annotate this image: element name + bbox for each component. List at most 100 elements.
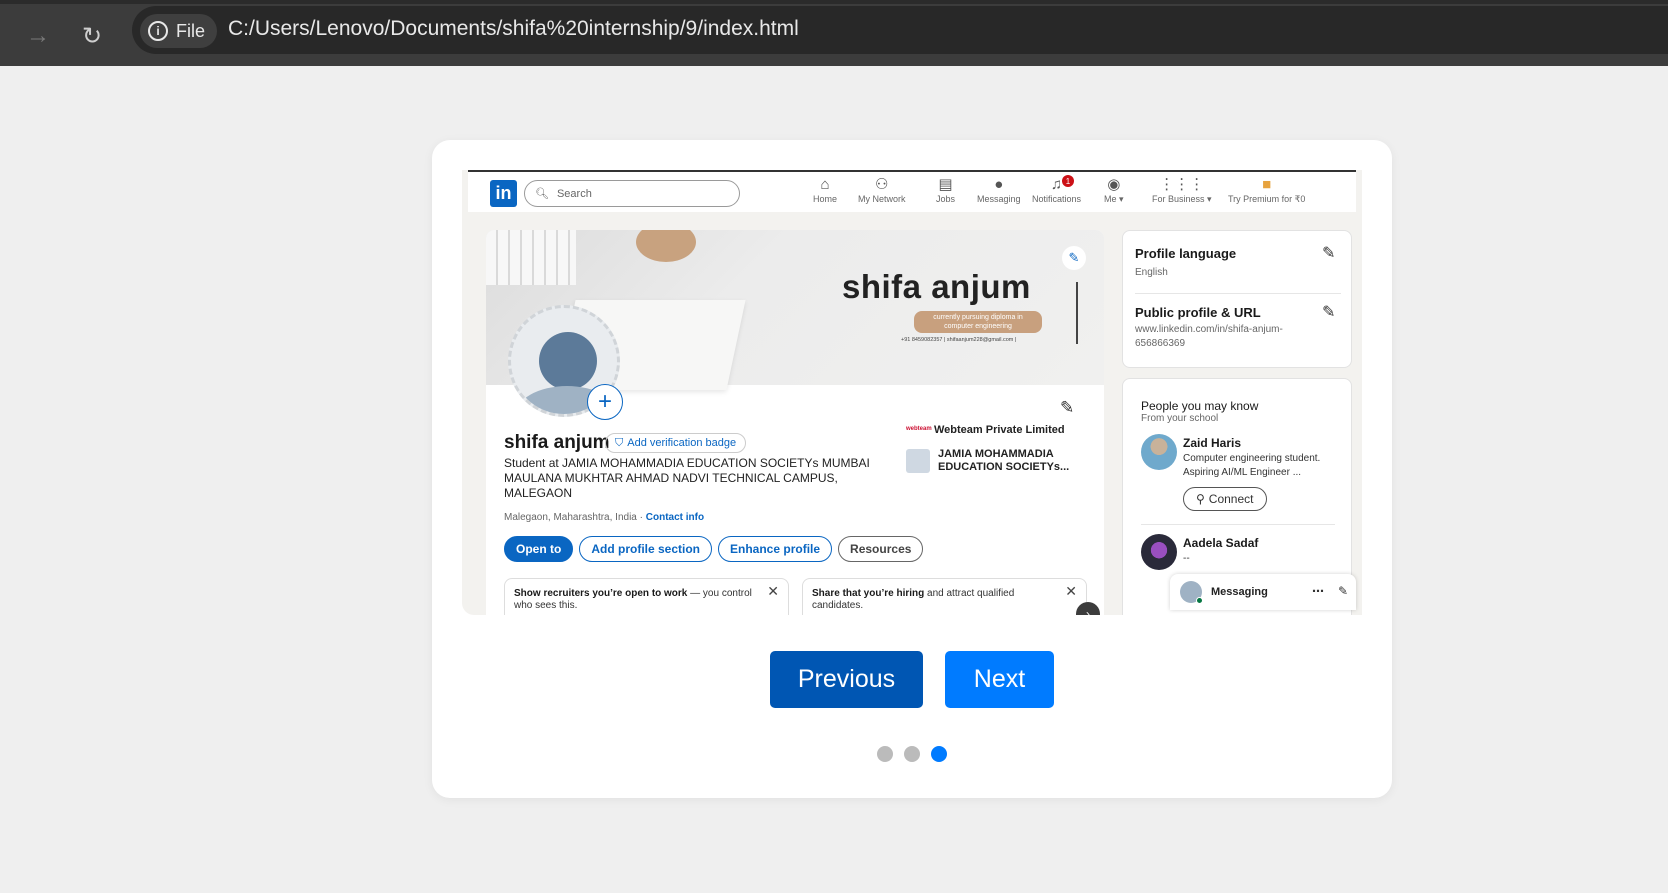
nav-notifications[interactable]: ♫ 1 Notifications [1032,175,1081,204]
home-icon: ⌂ [820,176,830,193]
profile-language-title: Profile language [1135,246,1237,261]
address-bar[interactable]: i File C:/Users/Lenovo/Documents/shifa%2… [132,6,1668,54]
chat-icon: ● [994,176,1004,193]
keyboard-graphic [486,230,576,285]
nav-label: Messaging [977,194,1021,204]
online-status-dot [1196,597,1203,604]
person-headline: -- [1183,553,1190,564]
connect-label: Connect [1208,492,1254,506]
person-name[interactable]: Zaid Haris [1183,436,1241,450]
contact-info-link[interactable]: Contact info [646,512,704,523]
notice-bold: Share that you’re hiring [812,588,925,599]
browser-toolbar: → ↻ i File C:/Users/Lenovo/Documents/shi… [0,0,1668,66]
premium-icon: ■ [1262,176,1272,193]
next-button[interactable]: Next [945,651,1054,708]
search-placeholder: Search [556,187,592,200]
messaging-actions: ⋯ ✎ [1312,584,1348,598]
person-headline: Computer engineering student. Aspiring A… [1183,453,1321,478]
open-to-work-card[interactable]: Show recruiters you’re open to work — yo… [504,578,789,615]
slide-dot-3[interactable] [931,746,947,762]
messaging-label: Messaging [1211,586,1268,598]
enhance-profile-button[interactable]: Enhance profile [718,536,833,562]
nav-premium[interactable]: ■ Try Premium for ₹0 [1228,176,1305,205]
site-info-chip[interactable]: i File [140,14,218,48]
person-avatar[interactable] [1141,534,1177,570]
bell-icon: ♫ [1050,176,1063,193]
forward-arrow-icon[interactable]: → [16,14,60,58]
edit-banner-pencil-icon[interactable]: ✎ [1062,246,1086,270]
notice-bold: Show recruiters you’re open to work [514,588,688,599]
school-logo [906,449,930,473]
current-company[interactable]: webteam Webteam Private Limited [906,424,1065,436]
resources-button[interactable]: Resources [838,536,924,562]
avatar-icon: ◉ [1107,176,1121,193]
nav-label: Home [813,194,838,204]
close-icon[interactable]: ✕ [1065,584,1077,598]
person-avatar[interactable] [1141,434,1177,470]
messaging-bar[interactable]: Messaging ⋯ ✎ [1170,574,1356,610]
nav-messaging[interactable]: ● Messaging [977,176,1021,204]
banner-name: shifa anjum [842,268,1031,305]
pymk-subtitle: From your school [1141,413,1219,424]
pymk-title: People you may know [1141,399,1259,413]
divider [1141,524,1335,525]
nav-my-network[interactable]: ⚇ My Network [858,176,906,204]
edit-intro-pencil-icon[interactable]: ✎ [1060,398,1074,418]
search-icon: 🔍︎ [535,188,549,200]
slide-dot-1[interactable] [877,746,893,762]
verify-label: Add verification badge [627,437,737,449]
reload-icon[interactable]: ↻ [70,14,114,58]
banner-contact: +91 8459082357 | shifaanjum228@gmail.com… [901,337,1017,343]
nav-label: Try Premium for ₹0 [1228,194,1306,204]
compose-icon[interactable]: ✎ [1338,584,1348,598]
location-text: Malegaon, Maharashtra, India · [504,512,643,523]
info-icon: i [148,21,168,41]
divider [1135,293,1341,294]
avatar-head [539,332,597,390]
company-logo: webteam [906,426,932,432]
nav-jobs[interactable]: ▤ Jobs [936,176,955,204]
more-options-icon[interactable]: ⋯ [1312,584,1324,598]
add-photo-plus-icon[interactable]: + [587,384,623,420]
profile-headline: Student at JAMIA MOHAMMADIA EDUCATION SO… [504,456,870,500]
banner-tagline-line2: computer engineering [944,323,1012,330]
nav-label: Jobs [936,194,956,204]
nav-label: Me ▾ [1104,194,1124,204]
edit-url-pencil-icon[interactable]: ✎ [1322,302,1335,322]
chevron-right-icon[interactable]: › [1076,602,1100,615]
edit-language-pencil-icon[interactable]: ✎ [1322,243,1335,263]
nav-me[interactable]: ◉ Me ▾ [1104,176,1124,205]
notification-badge: 1 [1062,175,1074,187]
nav-label: My Network [858,194,906,204]
site-chip-label: File [176,20,206,41]
hiring-card[interactable]: Share that you’re hiring and attract qua… [802,578,1087,615]
slide-image-linkedin-profile: in 🔍︎ Search ⌂ Home ⚇ My Network ▤ Jobs … [462,170,1362,615]
add-profile-section-button[interactable]: Add profile section [579,536,713,562]
url-text[interactable]: C:/Users/Lenovo/Documents/shifa%20intern… [228,17,799,41]
slide-dot-2[interactable] [904,746,920,762]
school-name-line1: JAMIA MOHAMMADIA [938,448,1054,460]
nav-for-business[interactable]: ⋮⋮⋮ For Business ▾ [1152,176,1212,205]
close-icon[interactable]: ✕ [767,584,779,598]
profile-settings-card: Profile language English ✎ Public profil… [1122,230,1352,368]
open-to-button[interactable]: Open to [504,536,574,562]
connect-button[interactable]: ⚲ Connect [1183,487,1267,511]
public-profile-title: Public profile & URL [1135,305,1261,320]
linkedin-search-input[interactable]: 🔍︎ Search [524,180,740,207]
linkedin-logo[interactable]: in [490,180,517,207]
cup-graphic [636,230,696,262]
add-verification-badge-button[interactable]: ⛉ Add verification badge [605,433,747,453]
person-name[interactable]: Aadela Sadaf [1183,536,1258,550]
school-name: JAMIA MOHAMMADIA EDUCATION SOCIETYs... [938,448,1069,474]
nav-label: For Business ▾ [1152,194,1212,204]
shield-check-icon: ⛉ [615,436,624,449]
banner-divider [1076,282,1078,344]
briefcase-icon: ▤ [938,176,953,193]
previous-button[interactable]: Previous [770,651,923,708]
nav-home[interactable]: ⌂ Home [813,176,837,204]
slide-indicators [877,746,947,762]
linkedin-header: in 🔍︎ Search ⌂ Home ⚇ My Network ▤ Jobs … [468,172,1356,212]
add-person-icon: ⚲ [1196,492,1205,506]
education-school[interactable]: JAMIA MOHAMMADIA EDUCATION SOCIETYs... [906,448,1069,474]
avatar [1180,581,1203,604]
